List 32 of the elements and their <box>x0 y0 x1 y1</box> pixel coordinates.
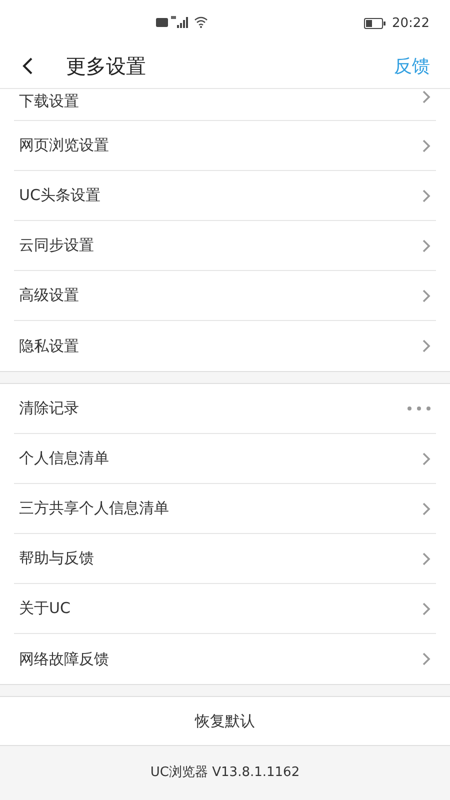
chevron-right-icon <box>422 138 431 152</box>
settings-item[interactable]: 个人信息清单 <box>14 434 436 484</box>
chevron-right-icon <box>422 238 431 252</box>
settings-item[interactable]: 网页浏览设置 <box>14 121 436 171</box>
settings-item[interactable]: 网络故障反馈 <box>14 634 436 684</box>
settings-item[interactable]: 帮助与反馈 <box>14 534 436 584</box>
signal-icon <box>171 16 191 28</box>
chevron-right-icon <box>422 339 431 353</box>
settings-item[interactable]: 清除记录 <box>14 384 436 434</box>
version-text: UC浏览器 V13.8.1.1162 <box>150 764 300 782</box>
chevron-right-icon <box>422 188 431 202</box>
chevron-right-icon <box>422 652 431 666</box>
battery-icon <box>364 18 386 30</box>
status-time: 20:22 <box>392 15 430 33</box>
chevron-right-icon <box>422 90 431 104</box>
settings-item[interactable]: UC头条设置 <box>14 171 436 221</box>
settings-item[interactable]: 下载设置 <box>14 89 436 121</box>
chevron-right-icon <box>422 288 431 302</box>
settings-item[interactable]: 隐私设置 <box>14 321 436 371</box>
back-icon <box>22 57 33 75</box>
chevron-right-icon <box>422 552 431 566</box>
wifi-icon <box>194 16 208 28</box>
more-icon <box>407 406 431 411</box>
settings-item[interactable]: 高级设置 <box>14 271 436 321</box>
settings-item[interactable]: 三方共享个人信息清单 <box>14 484 436 534</box>
chevron-right-icon <box>422 502 431 516</box>
settings-item[interactable]: 关于UC <box>14 584 436 634</box>
chevron-right-icon <box>422 452 431 466</box>
settings-item[interactable]: 云同步设置 <box>14 221 436 271</box>
restore-defaults-button[interactable]: 恢复默认 <box>0 696 450 746</box>
page-title: 更多设置 <box>66 53 146 80</box>
chevron-right-icon <box>422 602 431 616</box>
